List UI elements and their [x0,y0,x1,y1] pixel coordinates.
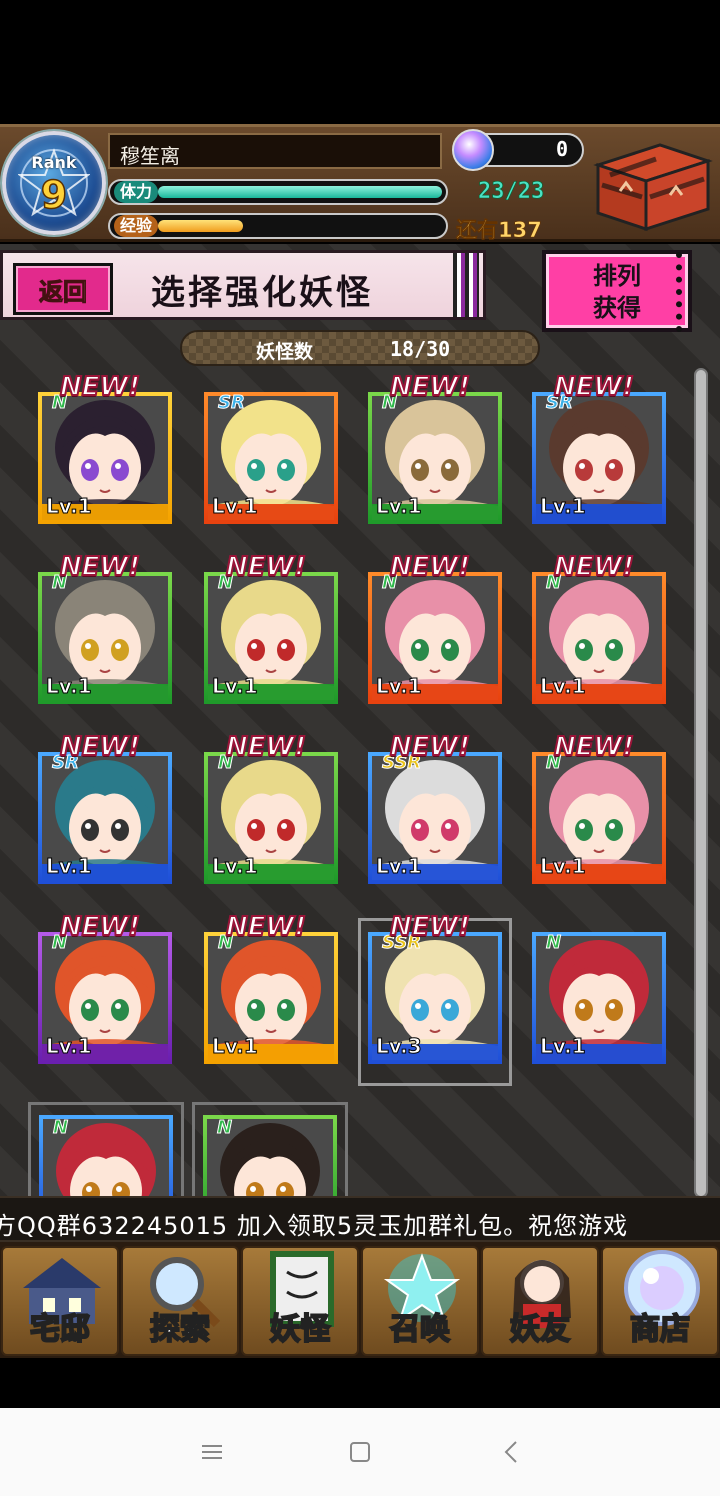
spirit-orb-icon [452,129,494,171]
new-badge: NEW! [553,551,635,583]
card-level: Lv.1 [46,1034,93,1059]
exp-bar: 经验 [108,213,448,239]
nav-label: 妖友 [509,1311,571,1348]
player-hud: Rank 9 穆笙离 0 体力 23/23 经验 还有137 [0,124,720,242]
new-badge: NEW! [59,551,141,583]
bottom-nav: 宅邸 探索 妖怪 召唤 妖友 商店 [0,1242,720,1358]
sort-mode: 获得 [593,294,641,322]
sort-button[interactable]: 排列 获得 [542,250,692,332]
announcement-ticker: 方QQ群632245015 加入领取5灵玉加群礼包。祝您游戏 [0,1196,720,1242]
card-level: Lv.1 [212,674,259,699]
nav-friend[interactable]: 妖友 [481,1246,599,1356]
nav-mansion[interactable]: 宅邸 [1,1246,119,1356]
nav-label: 探索 [149,1311,211,1348]
card-level: Lv.1 [46,854,93,879]
card-level: Lv.1 [376,674,423,699]
new-badge: NEW! [225,551,307,583]
new-badge: NEW! [553,371,635,403]
system-nav-bar [0,1408,720,1496]
new-badge: NEW! [225,911,307,943]
new-badge: NEW! [59,371,141,403]
stamina-label: 体力 [114,181,159,203]
card-level: Lv.1 [540,1034,587,1059]
monster-card[interactable]: Lv.1 N [532,914,666,1064]
monster-card[interactable]: Lv.1 N NEW! [38,911,172,1064]
card-level: Lv.1 [540,854,587,879]
rarity-badge: N [52,1117,69,1139]
card-level: Lv.1 [46,674,93,699]
nav-label: 宅邸 [29,1311,91,1348]
monster-card[interactable]: Lv.3 SSR NEW! [358,911,512,1086]
monster-card[interactable]: Lv.1 SR NEW! [38,731,172,884]
new-badge: NEW! [59,911,141,943]
banner-stripes [453,253,479,317]
rank-badge[interactable]: Rank 9 [2,131,106,235]
new-badge: NEW! [389,911,471,943]
nav-label: 妖怪 [269,1311,331,1348]
new-badge: NEW! [225,731,307,763]
card-level: Lv.1 [212,854,259,879]
treasure-chest-icon[interactable] [590,135,714,235]
monster-card[interactable]: Lv.1 N NEW! [532,731,666,884]
monster-count-label: 妖怪数 [256,341,314,363]
new-badge: NEW! [553,731,635,763]
new-badge: NEW! [59,731,141,763]
nav-scroll[interactable]: 妖怪 [241,1246,359,1356]
rarity-badge: SR [218,392,246,414]
scrollbar[interactable] [694,368,708,1198]
nav-shop-orb[interactable]: 商店 [601,1246,719,1356]
card-level: Lv.1 [46,494,93,519]
gear-decoration [676,252,712,332]
monster-card[interactable]: Lv.1 SR NEW! [532,371,666,524]
monster-card[interactable]: Lv.1 N NEW! [532,551,666,704]
card-level: Lv.1 [540,494,587,519]
monster-card[interactable]: Lv.1 N NEW! [38,551,172,704]
monster-count-value: 18/30 [390,337,451,361]
new-badge: NEW! [389,551,471,583]
new-badge: NEW! [389,731,471,763]
monster-card[interactable]: Lv.1 N NEW! [368,371,502,524]
title-banner: 返回 选择强化妖怪 [0,250,486,320]
spirit-orb-counter[interactable]: 0 [452,129,584,171]
card-level: Lv.3 [376,1034,423,1059]
nav-label: 召唤 [389,1311,451,1348]
rank-label: Rank [31,153,77,172]
monster-card[interactable]: Lv.1 N NEW! [204,911,338,1064]
monster-card[interactable]: Lv.1 N NEW! [204,551,338,704]
exp-remaining: 还有137 [456,218,542,243]
monster-card[interactable]: Lv.1 N NEW! [204,731,338,884]
stamina-bar: 体力 [108,179,448,205]
card-level: Lv.1 [376,854,423,879]
card-level: Lv.1 [212,1034,259,1059]
rarity-badge: N [216,1117,233,1139]
monster-card[interactable]: Lv.1 N NEW! [38,371,172,524]
sort-label: 排列 [593,262,641,290]
nav-magnifier[interactable]: 探索 [121,1246,239,1356]
back-button[interactable]: 返回 [13,263,113,315]
rarity-badge: N [545,932,562,954]
stamina-value: 23/23 [478,179,545,205]
exp-label: 经验 [114,215,159,237]
player-name: 穆笙离 [108,133,442,169]
monster-card[interactable]: Lv.1 SR [204,374,338,524]
card-level: Lv.1 [212,494,259,519]
spirit-orb-value: 0 [555,137,568,161]
monster-card[interactable]: Lv.1 SSR NEW! [368,731,502,884]
stamina-fill [158,186,442,198]
nav-pentagram[interactable]: 召唤 [361,1246,479,1356]
card-level: Lv.1 [376,494,423,519]
home-icon[interactable] [340,1438,380,1466]
monster-select-board: 返回 选择强化妖怪 排列 获得 妖怪数 18/30 Lv.1 N NEW! Lv… [0,244,720,1358]
menu-icon[interactable] [192,1438,232,1466]
card-level: Lv.1 [540,674,587,699]
monster-count: 妖怪数 18/30 [180,330,540,366]
nav-label: 商店 [629,1311,691,1348]
back-icon[interactable] [490,1438,530,1466]
rank-value: 9 [40,172,68,218]
exp-fill [158,220,244,232]
monster-card[interactable]: Lv.1 N NEW! [368,551,502,704]
ticker-text: 方QQ群632245015 加入领取5灵玉加群礼包。祝您游戏 [0,1212,629,1240]
page-title: 选择强化妖怪 [151,273,373,313]
new-badge: NEW! [389,371,471,403]
